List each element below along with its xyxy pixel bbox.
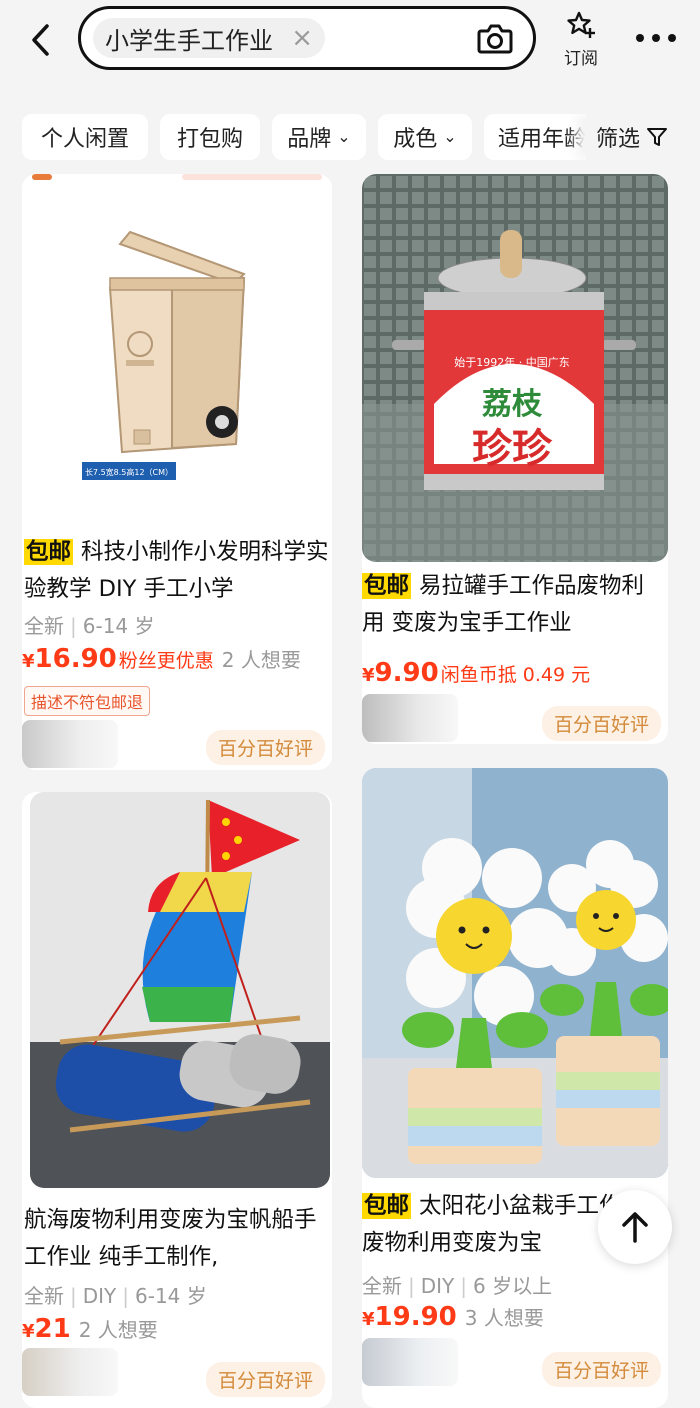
filter-chip-label: 打包购 — [176, 127, 243, 152]
product-image — [30, 792, 330, 1188]
filter-chip-label: 品牌 — [287, 127, 332, 152]
seller-avatar[interactable] — [362, 694, 458, 742]
price-promo: 粉丝更优惠 — [118, 650, 214, 672]
age-range: 6-14 岁 — [135, 1284, 207, 1308]
back-button[interactable] — [22, 20, 58, 60]
currency-symbol: ¥ — [22, 1321, 35, 1342]
filter-chip-brand[interactable]: 品牌 ⌄ — [272, 114, 366, 160]
funnel-icon — [647, 128, 668, 146]
age-range: 6-14 岁 — [82, 614, 155, 638]
chevron-down-icon: ⌄ — [443, 126, 457, 146]
separator: | — [460, 1274, 468, 1298]
category: DIY — [420, 1274, 455, 1298]
can-pot-image: 始于1992年 · 中国广东 荔枝 珍珍 — [362, 174, 668, 562]
top-bar: 小学生手工作业 × 订阅 — [0, 0, 700, 80]
search-box[interactable]: 小学生手工作业 × — [78, 6, 536, 70]
rating-badge: 百分百好评 — [542, 1352, 662, 1387]
currency-symbol: ¥ — [22, 651, 35, 672]
product-price: ¥19.90 3 人想要 — [362, 1302, 544, 1332]
rating-badge: 百分百好评 — [542, 706, 662, 741]
condition: 全新 — [24, 614, 64, 638]
want-count: 2 人想要 — [78, 1318, 158, 1342]
camera-icon — [477, 24, 513, 54]
filter-chip-label: 成色 — [393, 127, 438, 152]
product-card[interactable]: 包邮 太阳花小盆栽手工作品废物利用变废为宝 全新 | DIY | 6 岁以上 ¥19.90… — [362, 768, 668, 1408]
scroll-to-top-button[interactable] — [598, 1190, 672, 1264]
price-value: 16.90 — [34, 644, 117, 674]
product-meta: 全新 | DIY | 6 岁以上 — [362, 1270, 552, 1299]
price-value: 21 — [34, 1314, 71, 1344]
seller-avatar[interactable] — [22, 720, 118, 768]
rating-badge: 百分百好评 — [206, 730, 326, 765]
separator: | — [408, 1274, 415, 1298]
separator: | — [122, 1284, 130, 1308]
filter-chip-label: 个人闲置 — [40, 127, 129, 152]
filter-chip-personal-idle[interactable]: 个人闲置 — [22, 114, 148, 160]
price-value: 9.90 — [374, 658, 439, 688]
subscribe-button[interactable]: 订阅 — [556, 10, 606, 70]
want-count: 3 人想要 — [464, 1306, 544, 1330]
product-title-text: 航海废物利用变废为宝帆船手工作业 纯手工制作, — [24, 1207, 317, 1270]
product-title[interactable]: 包邮 科技小制作小发明科学实验教学 DIY 手工小学 — [24, 534, 330, 608]
more-options-button[interactable] — [636, 26, 676, 50]
separator: | — [70, 614, 77, 638]
product-image: 长7.5宽8.5高12（CM） — [22, 174, 332, 512]
product-image — [362, 768, 668, 1178]
search-query-chip[interactable]: 小学生手工作业 × — [93, 18, 325, 58]
seller-avatar[interactable] — [362, 1338, 458, 1386]
currency-symbol: ¥ — [362, 665, 375, 686]
seller-avatar[interactable] — [22, 1348, 118, 1396]
product-title[interactable]: 包邮 易拉罐手工作品废物利用 变废为宝手工作业 — [362, 568, 666, 642]
filter-chip-bundle[interactable]: 打包购 — [160, 114, 260, 160]
clear-icon[interactable]: × — [291, 22, 313, 54]
product-price: ¥9.90 闲鱼币抵 0.49 元 — [362, 658, 590, 688]
product-price: ¥16.90 粉丝更优惠 2 人想要 — [22, 644, 301, 674]
search-query-text: 小学生手工作业 — [105, 26, 273, 55]
product-title[interactable]: 航海废物利用变废为宝帆船手工作业 纯手工制作, — [24, 1202, 330, 1276]
dot — [636, 34, 644, 42]
currency-symbol: ¥ — [362, 1309, 375, 1330]
can-label-brand: 珍珍 — [472, 426, 553, 472]
product-card[interactable]: 长7.5宽8.5高12（CM） 包邮 科技小制作小发明科学实验教学 DIY 手工小… — [22, 174, 332, 770]
filter-bar: 个人闲置 打包购 品牌 ⌄ 成色 ⌄ 适用年龄 筛选 — [0, 80, 700, 174]
free-shipping-tag: 包邮 — [24, 539, 74, 565]
dot — [668, 34, 676, 42]
sunflower-pot-image — [362, 768, 668, 1178]
arrow-up-icon — [622, 1212, 648, 1243]
can-label-small: 始于1992年 · 中国广东 — [454, 355, 569, 369]
chevron-down-icon: ⌄ — [337, 126, 351, 146]
condition: 全新 — [24, 1284, 64, 1308]
subscribe-label: 订阅 — [564, 49, 598, 69]
product-card[interactable]: 航海废物利用变废为宝帆船手工作业 纯手工制作, 全新 | DIY | 6-14 岁 ¥2… — [22, 792, 332, 1408]
free-shipping-tag: 包邮 — [362, 573, 412, 599]
filter-button-label: 筛选 — [596, 127, 641, 152]
star-plus-icon — [567, 11, 595, 38]
filter-chip-label: 适用年龄 — [498, 127, 587, 152]
camera-search-button[interactable] — [477, 21, 513, 55]
product-meta: 全新 | 6-14 岁 — [24, 610, 155, 639]
dot — [652, 34, 660, 42]
product-card[interactable]: 始于1992年 · 中国广东 荔枝 珍珍 包邮 易拉罐手工作品废物利用 变废为宝手… — [362, 174, 668, 744]
product-image: 始于1992年 · 中国广东 荔枝 珍珍 — [362, 174, 668, 562]
price-value: 19.90 — [374, 1302, 457, 1332]
back-arrow-icon — [32, 24, 49, 56]
filter-chip-condition[interactable]: 成色 ⌄ — [378, 114, 472, 160]
condition: 全新 — [362, 1274, 402, 1298]
image-caption: 长7.5宽8.5高12（CM） — [85, 467, 173, 477]
can-label-main: 荔枝 — [482, 387, 543, 422]
sailboat-toy-image — [30, 792, 330, 1188]
product-price: ¥21 2 人想要 — [22, 1314, 158, 1344]
price-promo: 闲鱼币抵 0.49 元 — [440, 664, 591, 686]
filter-button[interactable]: 筛选 — [586, 114, 700, 160]
separator: | — [70, 1284, 77, 1308]
product-meta: 全新 | DIY | 6-14 岁 — [24, 1280, 207, 1309]
want-count: 2 人想要 — [221, 648, 301, 672]
free-shipping-tag: 包邮 — [362, 1193, 412, 1219]
return-policy-badge: 描述不符包邮退 — [24, 686, 151, 716]
trash-bin-toy-image: 长7.5宽8.5高12（CM） — [22, 174, 332, 512]
age-range: 6 岁以上 — [473, 1274, 553, 1298]
category: DIY — [82, 1284, 117, 1308]
rating-badge: 百分百好评 — [206, 1362, 326, 1397]
